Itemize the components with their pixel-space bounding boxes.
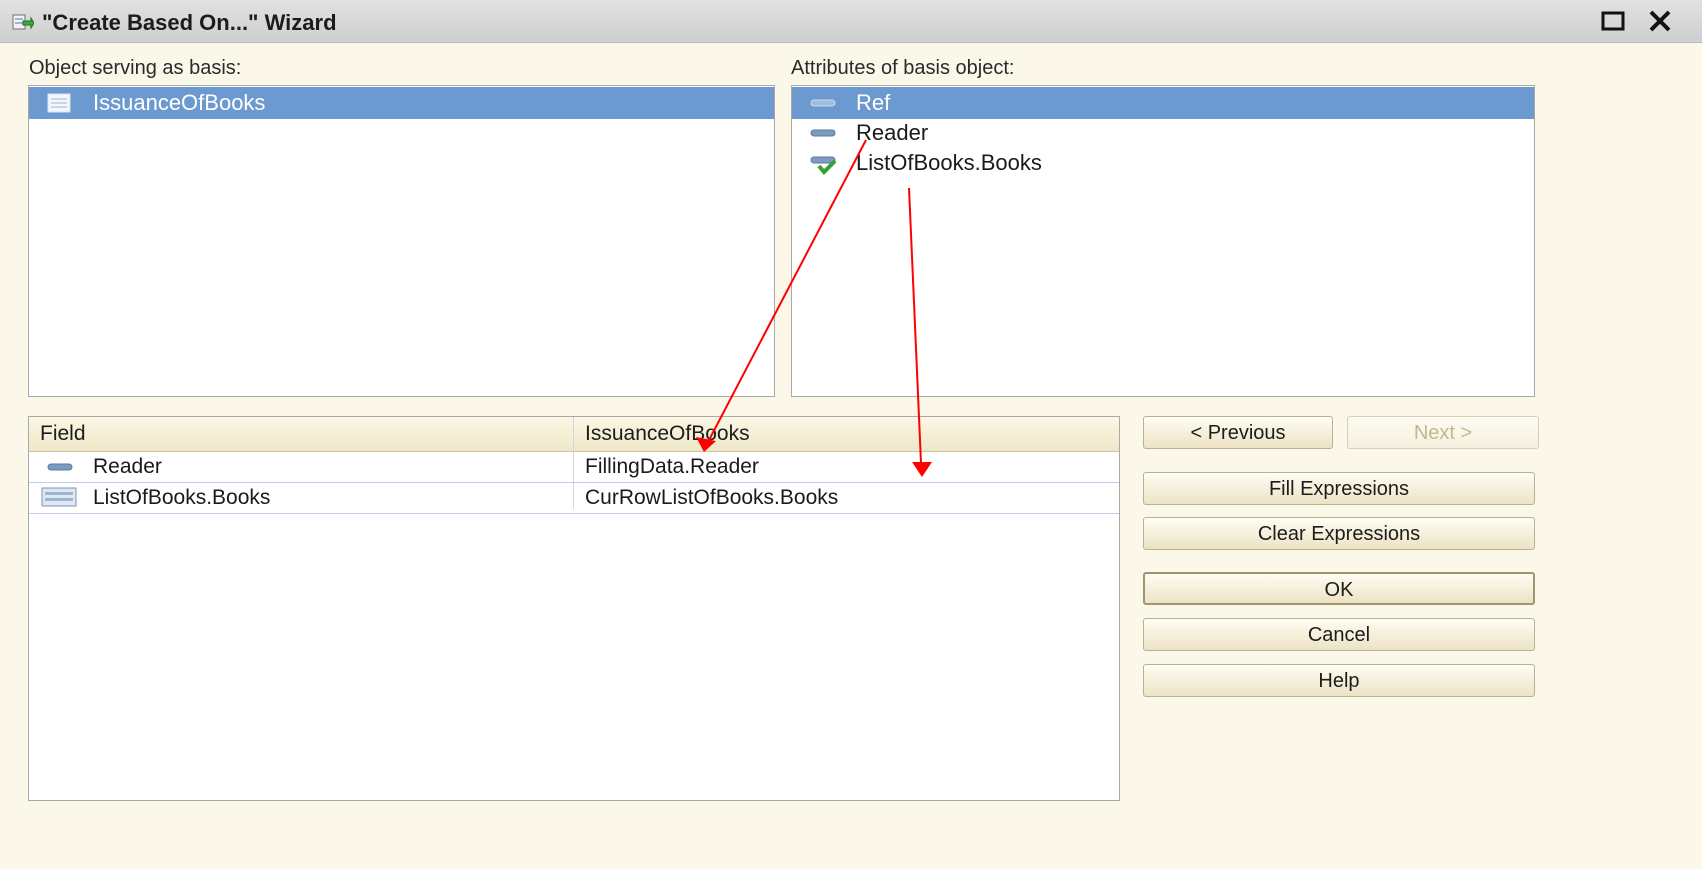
attributes-list[interactable]: Ref Reader ListOfBooks.Books <box>791 85 1535 397</box>
table-icon <box>41 487 77 507</box>
previous-button[interactable]: < Previous <box>1143 416 1333 449</box>
list-item-ref[interactable]: Ref <box>792 87 1534 119</box>
attributes-label: Attributes of basis object: <box>791 57 1015 79</box>
list-item-reader[interactable]: Reader <box>792 117 1534 149</box>
field-expression[interactable]: CurRowListOfBooks.Books <box>585 486 838 510</box>
tabular-attribute-icon <box>810 156 837 175</box>
table-row[interactable]: Reader FillingData.Reader <box>29 451 1119 483</box>
document-icon <box>47 93 71 113</box>
title-bar: "Create Based On..." Wizard <box>0 0 1702 43</box>
fields-table[interactable]: Field IssuanceOfBooks Reader FillingData… <box>28 416 1120 801</box>
cancel-button[interactable]: Cancel <box>1143 618 1535 651</box>
field-expression[interactable]: FillingData.Reader <box>585 455 759 479</box>
list-item-basis-object[interactable]: IssuanceOfBooks <box>29 87 774 119</box>
fill-expressions-button[interactable]: Fill Expressions <box>1143 472 1535 505</box>
clear-expressions-button[interactable]: Clear Expressions <box>1143 517 1535 550</box>
column-header-expression[interactable]: IssuanceOfBooks <box>585 422 750 446</box>
basis-object-label: Object serving as basis: <box>29 57 242 79</box>
list-item-list-of-books-books[interactable]: ListOfBooks.Books <box>792 147 1534 179</box>
next-button[interactable]: Next > <box>1347 416 1539 449</box>
basis-object-list[interactable]: IssuanceOfBooks <box>28 85 775 397</box>
wizard-icon <box>12 14 34 30</box>
window-title: "Create Based On..." Wizard <box>42 10 337 35</box>
table-row[interactable]: ListOfBooks.Books CurRowListOfBooks.Book… <box>29 482 1119 514</box>
basis-object-name: IssuanceOfBooks <box>93 90 266 115</box>
close-icon[interactable] <box>1645 9 1675 33</box>
attribute-name: ListOfBooks.Books <box>856 150 1042 175</box>
ok-button[interactable]: OK <box>1143 572 1535 605</box>
maximize-icon[interactable] <box>1598 9 1628 33</box>
help-button[interactable]: Help <box>1143 664 1535 697</box>
attribute-icon <box>810 99 836 107</box>
field-name: Reader <box>93 455 162 478</box>
column-header-field[interactable]: Field <box>40 422 86 446</box>
table-header: Field IssuanceOfBooks <box>29 417 1119 452</box>
field-name: ListOfBooks.Books <box>93 486 271 509</box>
attribute-name: Reader <box>856 120 929 145</box>
attribute-icon <box>47 463 73 471</box>
attribute-name: Ref <box>856 90 891 115</box>
attribute-icon <box>810 129 836 137</box>
